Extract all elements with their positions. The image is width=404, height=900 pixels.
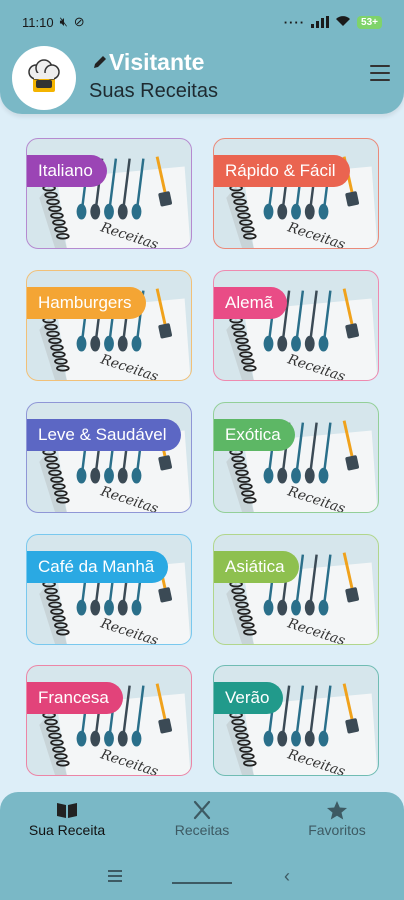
menu-icon[interactable] xyxy=(370,65,390,81)
system-nav-bar: ‹ xyxy=(0,852,404,900)
category-card[interactable]: Receitas Exótica xyxy=(213,402,379,513)
category-card[interactable]: Receitas Leve & Saudável xyxy=(26,402,192,513)
category-label: Rápido & Fácil xyxy=(214,155,350,187)
category-label: Italiano xyxy=(27,155,107,187)
category-card[interactable]: Receitas Rápido & Fácil xyxy=(213,138,379,249)
avatar[interactable] xyxy=(12,46,76,110)
status-bar: 11:10 🔇︎ ⊘ ···· 53+ xyxy=(0,0,404,44)
nav-sua-receita[interactable]: Sua Receita xyxy=(12,800,122,838)
app-header: Visitante Suas Receitas xyxy=(0,44,404,114)
user-name: Visitante xyxy=(109,49,205,75)
star-icon xyxy=(327,801,347,820)
category-card[interactable]: Receitas Francesa xyxy=(26,665,192,776)
back-icon[interactable]: ‹ xyxy=(284,866,290,887)
wifi-icon xyxy=(335,15,351,30)
category-card[interactable]: Receitas Asiática xyxy=(213,534,379,645)
status-time: 11:10 xyxy=(22,14,54,30)
utensils-icon xyxy=(193,800,211,820)
signal-icon xyxy=(311,16,330,28)
nav-favoritos[interactable]: Favoritos xyxy=(282,800,392,838)
sync-icon: ⊘ xyxy=(73,14,85,29)
mute-icon: 🔇︎ xyxy=(59,14,68,29)
page-subtitle: Suas Receitas xyxy=(89,80,218,102)
book-icon xyxy=(57,803,77,818)
edit-pencil-icon[interactable] xyxy=(92,54,108,70)
category-label: Verão xyxy=(214,682,284,714)
home-gesture-bar[interactable] xyxy=(172,882,232,884)
nav-receitas[interactable]: Receitas xyxy=(147,800,257,838)
bottom-nav: Sua Receita Receitas Favoritos xyxy=(0,792,404,852)
recent-apps-icon[interactable] xyxy=(108,870,122,882)
category-card[interactable]: Receitas Café da Manhã xyxy=(26,534,192,645)
category-card[interactable]: Receitas Alemã xyxy=(213,270,379,381)
category-label: Café da Manhã xyxy=(27,551,169,583)
category-card[interactable]: Receitas Hamburgers xyxy=(26,270,192,381)
category-label: Leve & Saudável xyxy=(27,419,181,451)
category-label: Asiática xyxy=(214,551,299,583)
category-label: Hamburgers xyxy=(27,287,146,319)
chef-hat-icon xyxy=(28,59,60,92)
category-card[interactable]: Receitas Verão xyxy=(213,665,379,776)
category-card[interactable]: Receitas Italiano xyxy=(26,138,192,249)
category-label: Francesa xyxy=(27,682,123,714)
category-label: Alemã xyxy=(214,287,288,319)
network-dots-icon: ···· xyxy=(283,14,306,30)
battery-icon: 53+ xyxy=(357,15,382,29)
category-label: Exótica xyxy=(214,419,295,451)
